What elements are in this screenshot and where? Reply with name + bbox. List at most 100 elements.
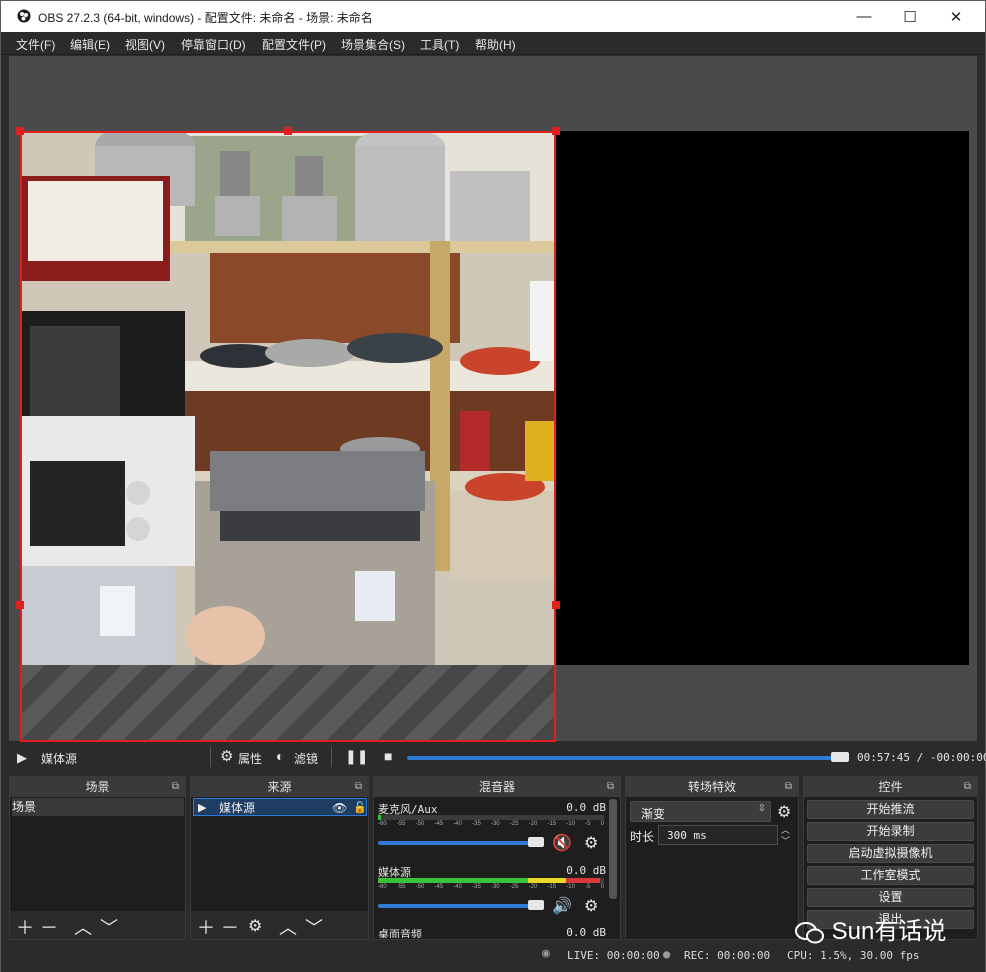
studio-mode-button[interactable]: 工作室模式 [807, 866, 974, 885]
settings-button[interactable]: 设置 [807, 888, 974, 907]
wechat-icon [795, 921, 825, 945]
menu-help[interactable]: 帮助(H) [475, 36, 516, 53]
sources-title: 来源 [267, 780, 292, 794]
start-virtual-camera-button[interactable]: 启动虚拟摄像机 [807, 844, 974, 863]
volume-handle[interactable] [528, 837, 544, 847]
remove-icon[interactable]: － [40, 914, 58, 940]
obs-logo-icon [17, 9, 31, 23]
menu-tools[interactable]: 工具(T) [420, 36, 459, 53]
meter-scale: -60 -55 -50 -45 -40 -35 -30 -25 -20 -15 -10 -5 0 [378, 821, 604, 827]
maximize-button[interactable]: ☐ [887, 1, 933, 32]
resize-handle-right[interactable] [552, 601, 560, 609]
pause-icon[interactable]: ❚❚ [345, 748, 368, 765]
float-icon[interactable]: ⧉ [785, 777, 792, 797]
mixer-channel-desktop: 桌面音频 0.0 dB [378, 926, 606, 938]
media-play-icon: ▶ [198, 802, 207, 814]
wechat-watermark: Sun有话说 [795, 911, 946, 946]
transition-select[interactable]: 渐变 ⇳ [630, 801, 771, 822]
gear-icon[interactable]: ⚙ [777, 802, 791, 822]
volume-slider[interactable] [378, 904, 542, 908]
channel-db: 0.0 dB [566, 926, 606, 938]
lock-icon[interactable]: 🔓 [353, 799, 367, 817]
scene-item[interactable]: 场景 [12, 798, 184, 816]
start-streaming-button[interactable]: 开始推流 [807, 800, 974, 819]
transitions-title: 转场特效 [687, 780, 736, 794]
move-up-icon[interactable]: ︿ [74, 914, 92, 940]
float-icon[interactable]: ⧉ [964, 777, 971, 797]
muted-speaker-icon[interactable]: 🔇 [552, 833, 572, 853]
transitions-dock: 转场特效 ⧉ 渐变 ⇳ ⚙ 时长 300 ms ︿ ﹀ [625, 776, 799, 940]
properties-button[interactable]: 属性 [238, 750, 262, 767]
move-down-icon[interactable]: ﹀ [305, 914, 323, 940]
add-icon[interactable]: ＋ [197, 914, 215, 940]
watermark-text: Sun有话说 [831, 918, 947, 945]
resize-handle-top[interactable] [284, 127, 292, 135]
filters-button[interactable]: 滤镜 [294, 750, 318, 767]
rec-time: REC: 00:00:00 [684, 949, 771, 962]
menu-scene-collection[interactable]: 场景集合(S) [341, 36, 405, 53]
volume-slider[interactable] [378, 841, 542, 845]
filter-icon[interactable]: ◐ [276, 748, 284, 764]
menu-bar: 文件(F) 编辑(E) 视图(V) 停靠窗口(D) 配置文件(P) 场景集合(S… [1, 32, 985, 55]
divider [210, 747, 211, 767]
menu-profile[interactable]: 配置文件(P) [262, 36, 326, 53]
add-icon[interactable]: ＋ [16, 914, 34, 940]
speaker-icon[interactable]: 🔊 [552, 896, 572, 916]
menu-view[interactable]: 视图(V) [125, 36, 165, 53]
select-arrows-icon: ⇳ [757, 803, 766, 814]
transitions-dock-header: 转场特效 ⧉ [626, 777, 798, 797]
menu-docks[interactable]: 停靠窗口(D) [181, 36, 246, 53]
float-icon[interactable]: ⧉ [607, 777, 614, 797]
cpu-fps: CPU: 1.5%, 30.00 fps [787, 949, 920, 962]
level-meter [378, 815, 604, 820]
remove-icon[interactable]: － [221, 914, 239, 940]
sources-dock-header: 来源 ⧉ [191, 777, 368, 797]
scenes-dock: 场景 ⧉ 场景 ＋ － ︿ ﹀ [9, 776, 186, 940]
stepper-down-icon[interactable]: ﹀ [781, 834, 790, 847]
resize-handle-tl[interactable] [16, 127, 24, 135]
seek-handle[interactable] [831, 752, 849, 762]
volume-handle[interactable] [528, 900, 544, 910]
duration-value: 300 ms [667, 829, 707, 842]
channel-db: 0.0 dB [566, 801, 606, 814]
duration-field[interactable]: 300 ms [658, 825, 778, 845]
move-down-icon[interactable]: ﹀ [100, 914, 118, 940]
gear-icon[interactable]: ⚙ [248, 916, 262, 936]
float-icon[interactable]: ⧉ [355, 777, 362, 797]
audio-mixer-dock: 混音器 ⧉ 麦克风/Aux 0.0 dB -60 -55 -50 -45 -40 -35 -3… [373, 776, 621, 940]
scenes-toolbar: ＋ － ︿ ﹀ [10, 911, 185, 939]
preview-area[interactable] [9, 56, 977, 742]
play-icon[interactable]: ▶ [17, 750, 27, 766]
scenes-dock-header: 场景 ⧉ [10, 777, 185, 797]
sources-toolbar: ＋ － ⚙ ︿ ﹀ [191, 911, 368, 939]
mixer-title: 混音器 [478, 780, 515, 794]
minimize-button[interactable]: — [841, 1, 887, 32]
resize-handle-tr[interactable] [552, 127, 560, 135]
source-selection-box[interactable] [20, 131, 556, 742]
transition-selected: 渐变 [641, 807, 666, 821]
media-controls-bar: ▶ 媒体源 ⚙ 属性 ◐ 滤镜 ❚❚ ■ 00:57:45 / -00:00:0… [1, 743, 986, 771]
eye-icon[interactable]: 👁 [332, 799, 347, 817]
divider [331, 747, 332, 767]
media-seek-bar[interactable] [407, 756, 844, 760]
gear-icon[interactable]: ⚙ [584, 896, 598, 916]
meter-scale: -60 -55 -50 -45 -40 -35 -30 -25 -20 -15 -10 -5 0 [378, 884, 604, 890]
stop-icon[interactable]: ■ [384, 748, 392, 764]
float-icon[interactable]: ⧉ [172, 777, 179, 797]
mixer-scrollbar[interactable] [609, 799, 617, 899]
resize-handle-left[interactable] [16, 601, 24, 609]
menu-edit[interactable]: 编辑(E) [70, 36, 110, 53]
rec-dot-icon: ● [663, 947, 671, 961]
gear-icon[interactable]: ⚙ [220, 747, 233, 765]
start-recording-button[interactable]: 开始录制 [807, 822, 974, 841]
source-item[interactable]: ▶ 媒体源 👁 🔓 [193, 798, 367, 816]
move-up-icon[interactable]: ︿ [279, 914, 297, 940]
close-button[interactable]: ✕ [933, 1, 979, 32]
media-time: 00:57:45 / -00:00:00 [857, 751, 986, 764]
duration-label: 时长 [630, 830, 655, 844]
menu-file[interactable]: 文件(F) [16, 36, 55, 53]
media-source-name: 媒体源 [41, 752, 78, 766]
live-signal-icon: ◉ [542, 946, 550, 961]
source-item-label: 媒体源 [219, 801, 256, 815]
gear-icon[interactable]: ⚙ [584, 833, 598, 853]
